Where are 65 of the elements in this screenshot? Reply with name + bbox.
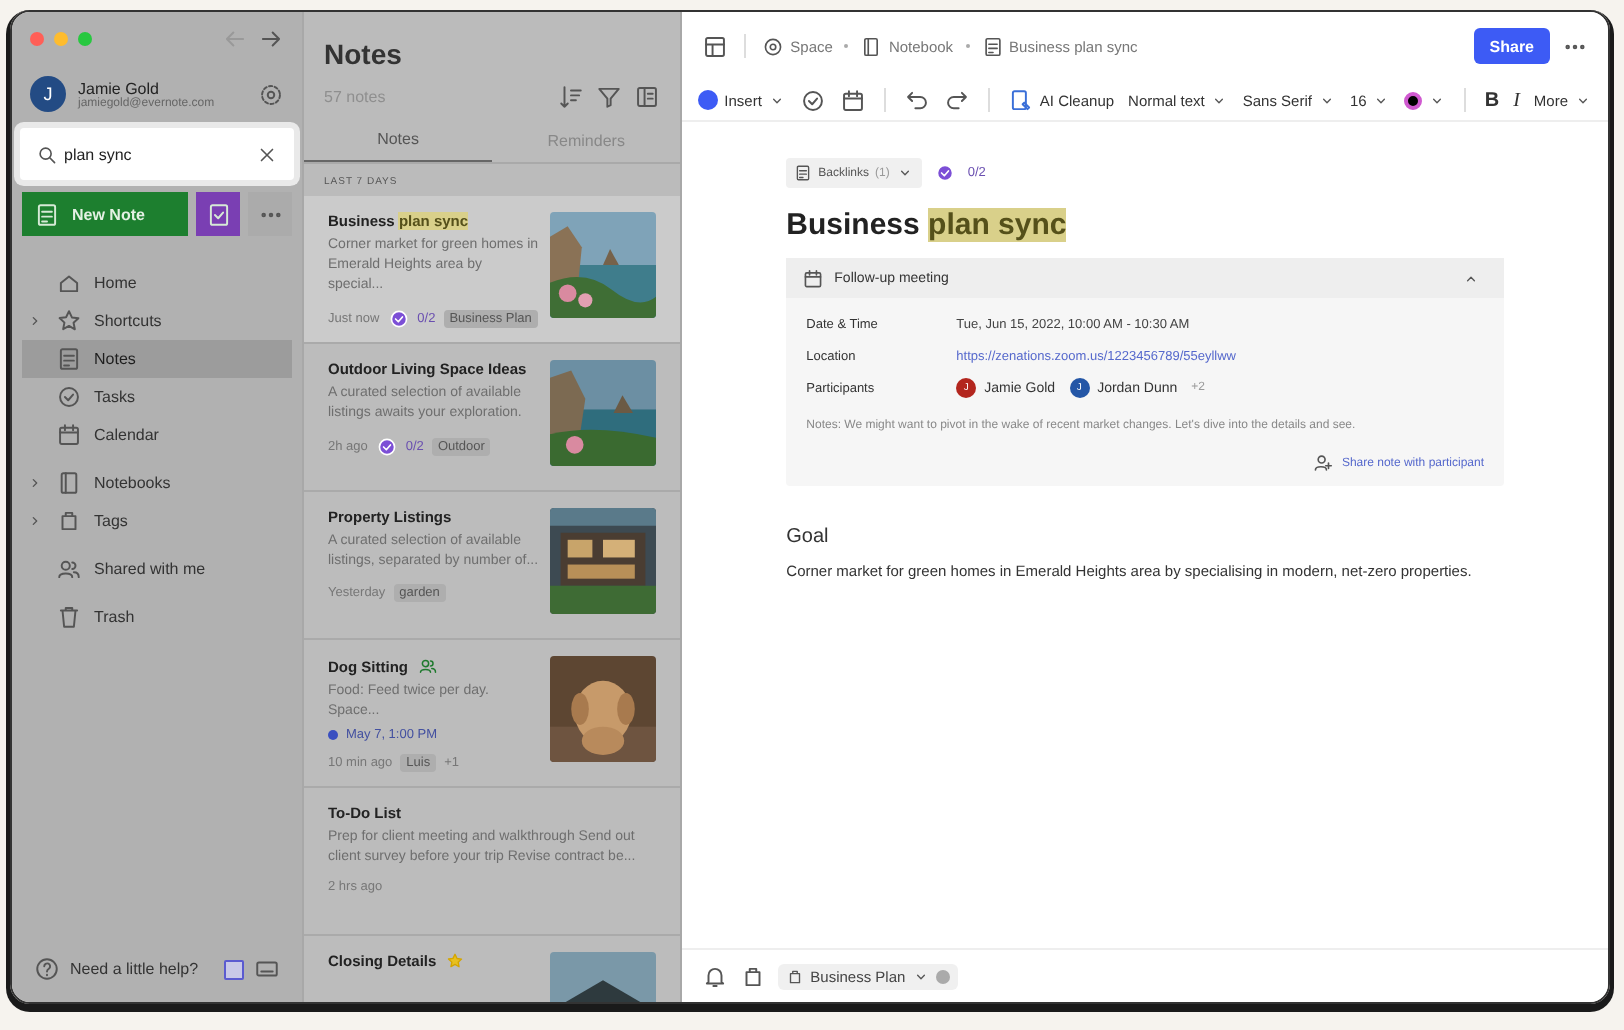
user-avatar[interactable]: J xyxy=(30,76,66,112)
nav-item[interactable]: Tags xyxy=(22,502,292,540)
bell-icon[interactable] xyxy=(702,963,729,989)
redo-icon[interactable] xyxy=(943,87,970,113)
bold-button[interactable]: B xyxy=(1484,89,1500,111)
people-icon xyxy=(418,656,438,676)
calendar-icon[interactable] xyxy=(839,87,866,113)
note-icon xyxy=(34,201,60,227)
tab[interactable]: Notes xyxy=(304,118,493,162)
notebook-icon xyxy=(56,470,82,496)
share-person-icon xyxy=(1311,452,1334,474)
nav-item[interactable]: Calendar xyxy=(22,416,292,454)
notebook-icon xyxy=(860,35,883,57)
badge-icon[interactable] xyxy=(224,959,244,979)
nav-item[interactable]: Home xyxy=(22,264,292,302)
calendar-icon xyxy=(56,422,82,448)
check-circle-icon xyxy=(56,384,82,410)
nav-item[interactable]: Notebooks xyxy=(22,464,292,502)
help-icon[interactable] xyxy=(34,956,60,982)
help-link[interactable]: Need a little help? xyxy=(70,960,214,978)
reminder-icon xyxy=(328,730,338,740)
note-icon xyxy=(981,35,1004,57)
sidebar-icon[interactable] xyxy=(702,33,729,59)
note-icon xyxy=(794,164,813,182)
section-heading: Goal xyxy=(786,526,831,548)
space-icon xyxy=(762,35,785,57)
color-picker[interactable] xyxy=(1404,91,1447,109)
check-icon xyxy=(387,308,410,330)
forward-arrow-icon[interactable] xyxy=(258,25,284,51)
search-field[interactable]: plan sync xyxy=(20,128,294,180)
settings-icon[interactable] xyxy=(258,81,284,107)
check-circle-icon[interactable] xyxy=(799,87,826,113)
nav-item[interactable]: Trash xyxy=(22,598,292,636)
plus-icon xyxy=(698,90,719,110)
check-icon xyxy=(933,162,956,184)
task-icon xyxy=(205,201,231,227)
nav-item[interactable]: Notes xyxy=(22,340,292,378)
user-name[interactable]: Jamie Gold xyxy=(78,79,246,97)
nav-item[interactable]: Shared with me xyxy=(22,550,292,588)
star-icon xyxy=(446,952,465,970)
close-icon[interactable] xyxy=(256,143,278,165)
new-note-button[interactable]: New Note xyxy=(22,192,188,236)
nav-item[interactable]: Tasks xyxy=(22,378,292,416)
more-button[interactable] xyxy=(248,192,292,236)
share-button[interactable]: Share xyxy=(1473,28,1550,64)
document-icon xyxy=(1007,87,1034,113)
sort-icon[interactable] xyxy=(558,84,585,110)
people-icon xyxy=(56,556,82,582)
filter-icon[interactable] xyxy=(596,84,623,110)
note-icon xyxy=(56,346,82,372)
home-icon xyxy=(56,270,82,296)
undo-icon[interactable] xyxy=(903,87,930,113)
view-icon[interactable] xyxy=(634,84,661,110)
nav-item[interactable]: Shortcuts xyxy=(22,302,292,340)
check-icon xyxy=(375,436,398,458)
remove-icon[interactable] xyxy=(935,969,950,983)
calendar-icon xyxy=(802,267,825,289)
italic-button[interactable]: I xyxy=(1513,89,1520,111)
trash-icon xyxy=(56,604,82,630)
keyboard-icon[interactable] xyxy=(254,956,280,982)
note-title: Business plan sync xyxy=(786,208,1069,242)
new-task-button[interactable] xyxy=(196,192,240,236)
list-title: Notes xyxy=(322,36,404,70)
search-icon xyxy=(36,143,58,165)
star-icon xyxy=(56,308,82,334)
